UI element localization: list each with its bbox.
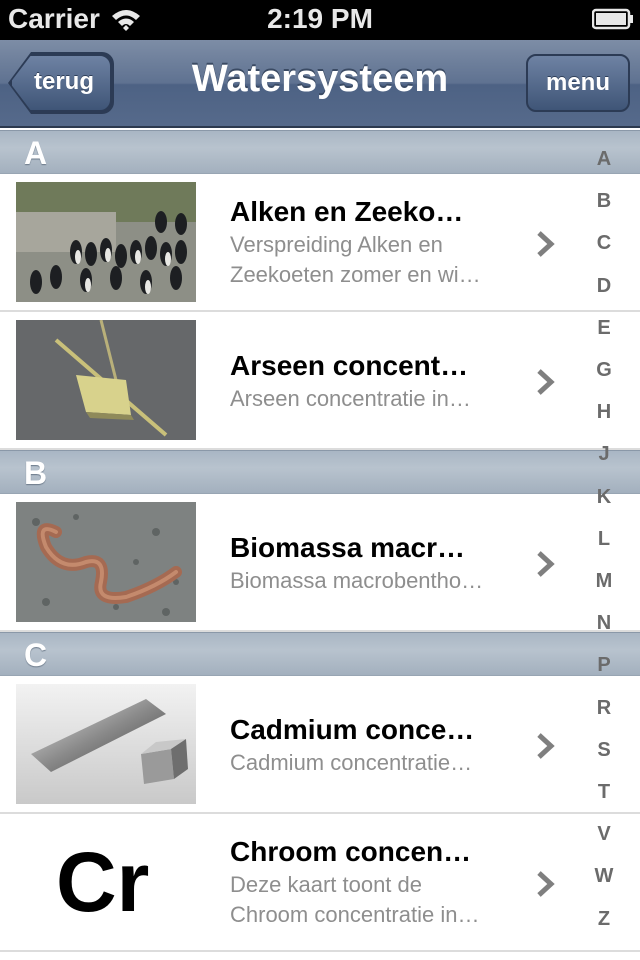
- item-subtitle: Biomassa macrobentho…: [230, 566, 512, 596]
- birds-photo: [16, 182, 196, 302]
- index-letter-e[interactable]: E: [584, 317, 624, 340]
- section-letter: A: [24, 135, 48, 171]
- layer-list: A Alken en Zeeko… Verspreiding Alken en …: [0, 130, 640, 952]
- item-subtitle-line: Chroom concentratie in…: [230, 902, 480, 927]
- item-subtitle-line: Biomassa macrobentho…: [230, 568, 484, 593]
- chevron-right-icon: [537, 733, 555, 759]
- index-letter-v[interactable]: V: [584, 823, 624, 846]
- index-letter-a[interactable]: A: [584, 148, 624, 171]
- menu-button[interactable]: menu: [526, 54, 630, 112]
- list-item[interactable]: Cr Chroom concen… Deze kaart toont de Ch…: [0, 814, 640, 952]
- section-header-b: B: [0, 450, 640, 494]
- index-letter-t[interactable]: T: [584, 781, 624, 804]
- list-item[interactable]: Arseen concent… Arseen concentratie in…: [0, 312, 640, 450]
- item-subtitle: Arseen concentratie in…: [230, 384, 512, 414]
- item-title: Cadmium conce…: [230, 714, 475, 745]
- navigation-bar: terug Watersysteem menu: [0, 40, 640, 128]
- battery-icon: [592, 8, 633, 30]
- index-letter-s[interactable]: S: [584, 739, 624, 762]
- item-subtitle-line: Verspreiding Alken en: [230, 232, 443, 257]
- chevron-right-icon: [537, 231, 555, 257]
- item-title: Alken en Zeeko…: [230, 196, 464, 227]
- section-letter: C: [24, 637, 48, 673]
- index-letter-j[interactable]: J: [584, 443, 624, 466]
- list-item[interactable]: Alken en Zeeko… Verspreiding Alken en Ze…: [0, 174, 640, 312]
- item-subtitle: Deze kaart toont de Chroom concentratie …: [230, 870, 512, 930]
- section-header-c: C: [0, 632, 640, 676]
- index-letter-l[interactable]: L: [584, 528, 624, 551]
- chevron-right-icon: [537, 551, 555, 577]
- index-letter-z[interactable]: Z: [584, 908, 624, 931]
- chromium-symbol: Cr: [56, 835, 150, 929]
- list-item[interactable]: Biomassa macr… Biomassa macrobentho…: [0, 494, 640, 632]
- index-letter-d[interactable]: D: [584, 275, 624, 298]
- index-letter-h[interactable]: H: [584, 401, 624, 424]
- item-title: Biomassa macr…: [230, 532, 466, 563]
- index-letter-r[interactable]: R: [584, 697, 624, 720]
- cadmium-photo: [16, 684, 196, 804]
- index-letter-c[interactable]: C: [584, 232, 624, 255]
- status-time: 2:19 PM: [267, 3, 373, 34]
- item-title: Chroom concen…: [230, 836, 472, 867]
- item-subtitle: Verspreiding Alken en Zeekoeten zomer en…: [230, 230, 512, 290]
- index-letter-g[interactable]: G: [584, 359, 624, 382]
- status-bar: Carrier 2:19 PM: [0, 0, 640, 40]
- index-letter-b[interactable]: B: [584, 190, 624, 213]
- item-subtitle: Cadmium concentratie…: [230, 748, 512, 778]
- index-letter-w[interactable]: W: [584, 865, 624, 888]
- item-subtitle-line: Cadmium concentratie…: [230, 750, 473, 775]
- item-subtitle-line: Arseen concentratie in…: [230, 386, 471, 411]
- list-item[interactable]: Cadmium conce… Cadmium concentratie…: [0, 676, 640, 814]
- chevron-right-icon: [537, 369, 555, 395]
- section-letter: B: [24, 455, 48, 491]
- index-letter-k[interactable]: K: [584, 486, 624, 509]
- section-header-a: A: [0, 130, 640, 174]
- sampler-photo: [16, 320, 196, 440]
- index-letter-m[interactable]: M: [584, 570, 624, 593]
- item-subtitle-line: Zeekoeten zomer en wi…: [230, 262, 481, 287]
- chevron-right-icon: [537, 871, 555, 897]
- worm-photo: [16, 502, 196, 622]
- section-index-bar[interactable]: ABCDEGHJKLMNPRSTVWZ: [584, 148, 624, 948]
- item-subtitle-line: Deze kaart toont de: [230, 872, 423, 897]
- item-title: Arseen concent…: [230, 350, 469, 381]
- index-letter-n[interactable]: N: [584, 612, 624, 635]
- index-letter-p[interactable]: P: [584, 654, 624, 677]
